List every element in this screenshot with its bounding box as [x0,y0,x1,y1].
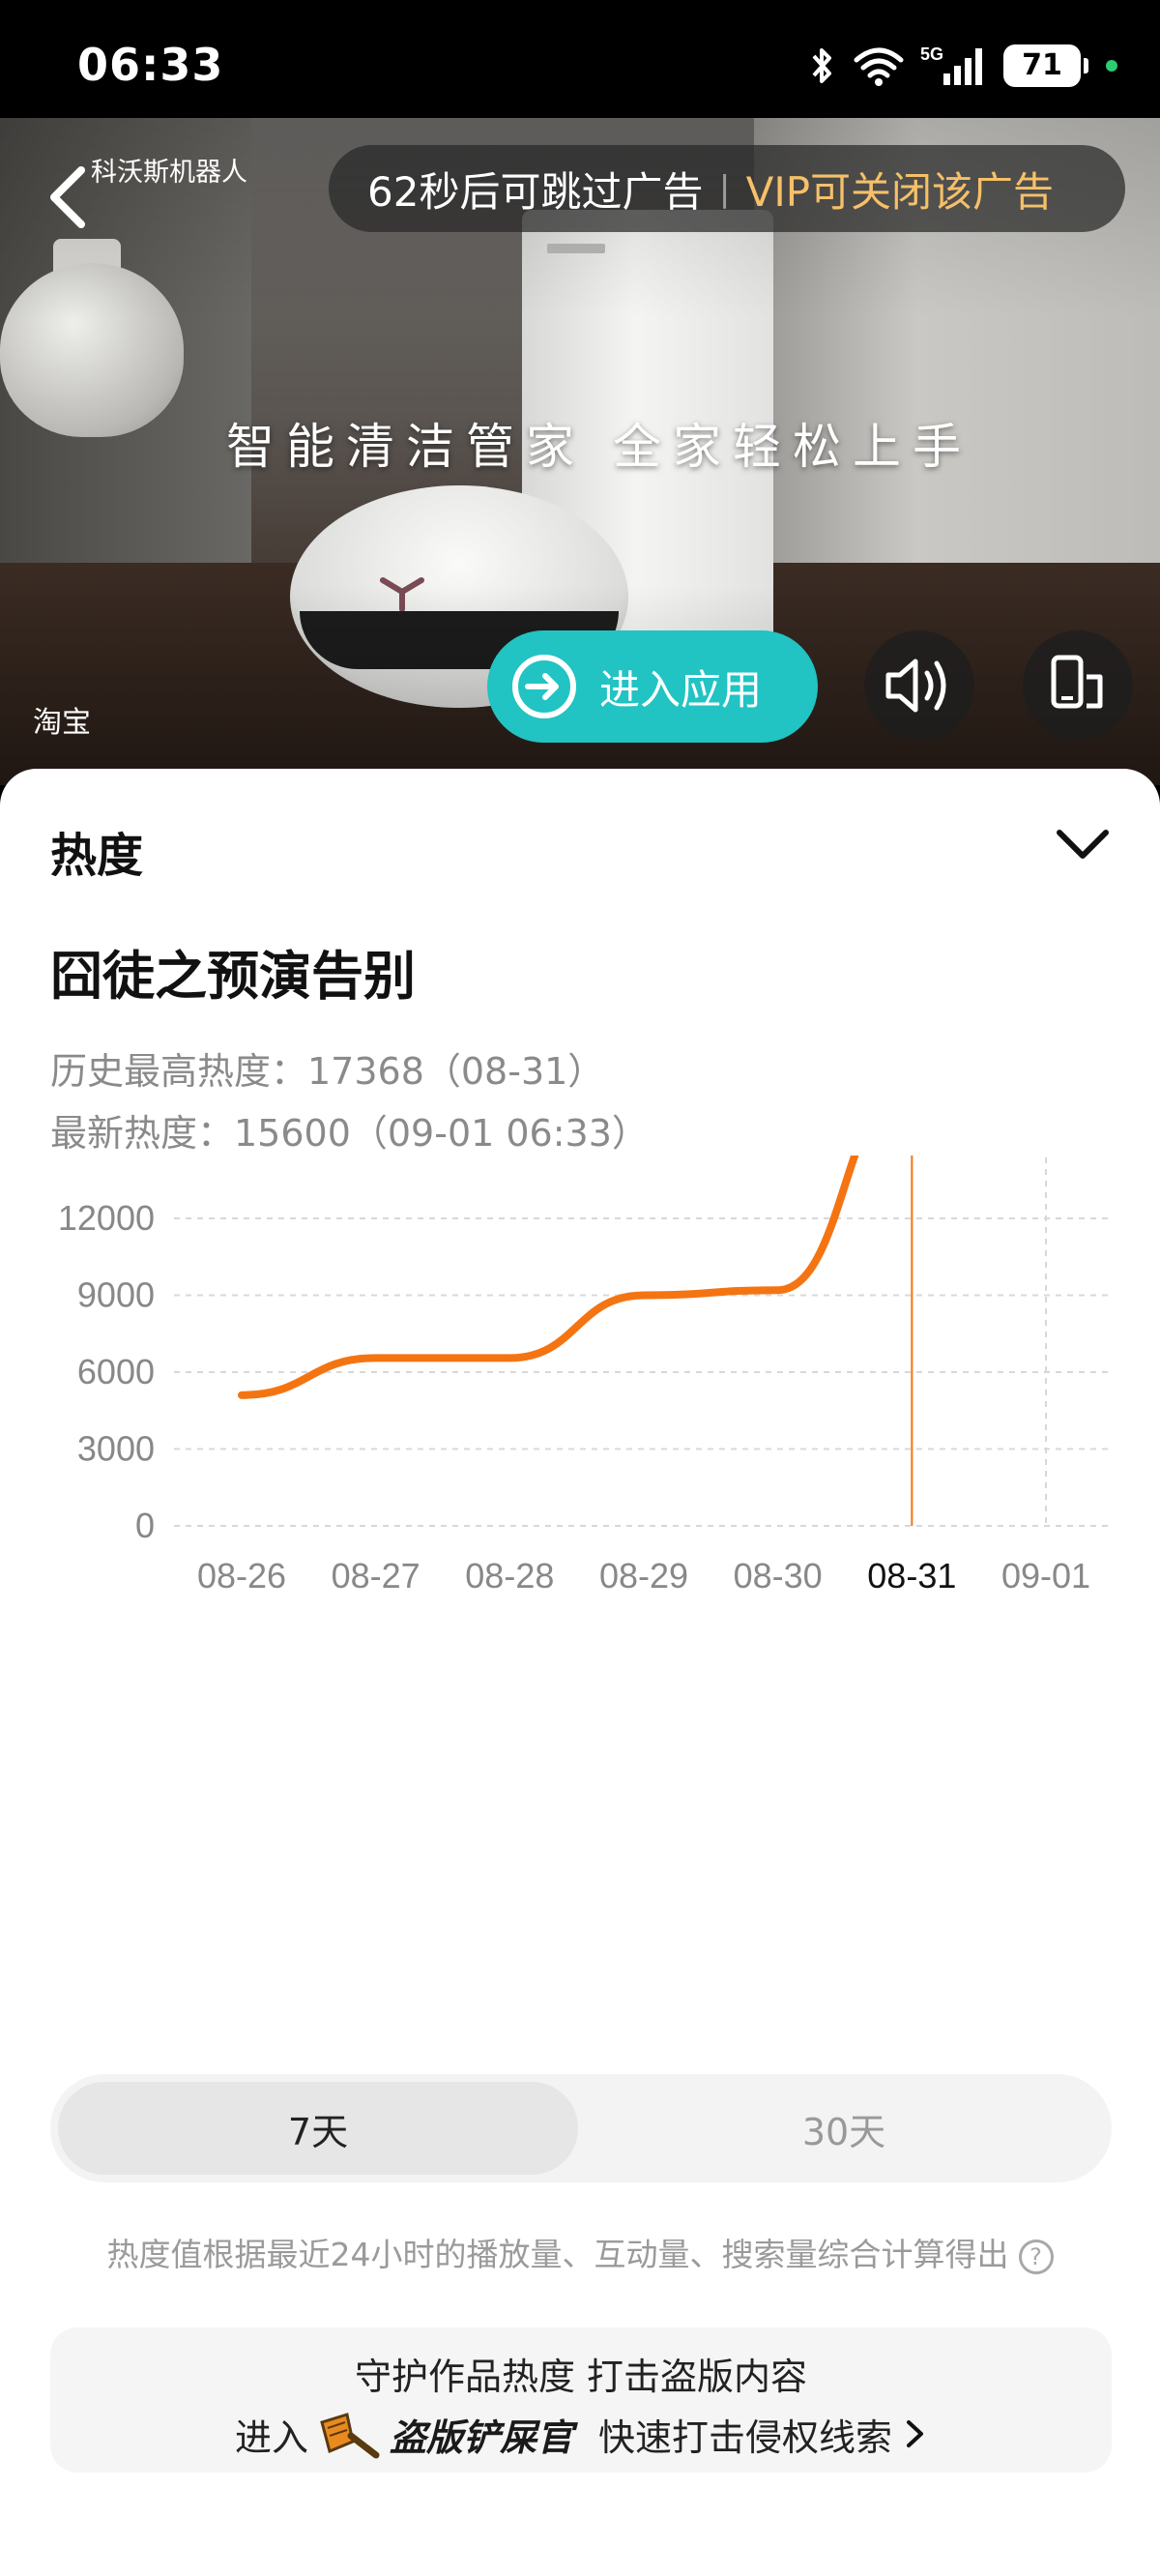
x-tick-label: 08-28 [465,1556,554,1595]
promo-prefix: 进入 [234,2415,308,2459]
enter-app-button[interactable]: 进入应用 [487,630,818,743]
status-time: 06:33 [77,39,224,91]
enter-arrow-icon [512,655,576,718]
tab-30-days[interactable]: 30天 [584,2082,1104,2175]
promo-suffix: 快速打击侵权线索 [598,2415,893,2459]
enter-app-label: 进入应用 [599,665,763,714]
x-tick-label: 09-01 [1001,1556,1090,1595]
status-icons: 5G 71 [808,44,1117,87]
network-type: 5G [920,44,943,64]
volume-button[interactable] [864,630,974,741]
heat-line-chart: 18000150001200090006000300001736808-2608… [58,1156,1112,1595]
ad-brand-name: 科沃斯机器人 [91,158,247,188]
battery-indicator: 71 [1003,44,1088,87]
y-tick-label: 12000 [58,1198,155,1238]
ad-banner[interactable]: 科沃斯机器人 62秒后可跳过广告 | VIP可关闭该广告 智能清洁管家 全家轻松… [0,118,1160,785]
x-tick-label: 08-29 [599,1556,688,1595]
sheet-title: 热度 [50,829,144,883]
status-bar: 06:33 5G 71 [0,0,1160,118]
heat-sheet: 热度 囧徒之预演告别 历史最高热度：17368（08-31） 最新热度：1560… [0,769,1160,2576]
active-indicator-dot [1106,60,1117,72]
x-tick-label: 08-31 [867,1556,956,1595]
skip-ad-pill[interactable]: 62秒后可跳过广告 | VIP可关闭该广告 [329,145,1125,232]
back-icon[interactable] [39,157,97,234]
x-tick-label: 08-27 [332,1556,420,1595]
chevron-right-icon [907,2420,924,2447]
tab-7-days[interactable]: 7天 [58,2082,578,2175]
series-line [238,1156,859,1399]
promo-brand: 盗版铲屎官 [389,2415,573,2459]
y-tick-label: 9000 [77,1275,155,1315]
bluetooth-icon [812,48,831,83]
speaker-icon [885,659,946,713]
anti-piracy-banner[interactable]: 守护作品热度 打击盗版内容 进入 盗版铲屎官 快速打击侵权线索 [50,2327,1112,2473]
peak-heat-stat: 历史最高热度：17368（08-31） [50,1050,605,1093]
screen-cast-button[interactable] [1023,630,1133,741]
skip-countdown[interactable]: 62秒后可跳过广告 [367,160,703,219]
ad-tagline: 智能清洁管家 全家轻松上手 [226,419,972,475]
y-tick-label: 0 [135,1506,155,1545]
range-segmented-control: 7天 30天 [50,2074,1112,2182]
skip-separator: | [718,168,731,209]
promo-headline: 守护作品热度 打击盗版内容 [354,2356,808,2398]
x-tick-label: 08-26 [197,1556,286,1595]
ad-source-label: 淘宝 [33,706,91,740]
help-icon[interactable]: ? [1018,2239,1054,2274]
shovel-icon [320,2413,380,2459]
wifi-icon [854,47,904,86]
y-tick-label: 15000 [58,1156,155,1161]
y-tick-label: 6000 [77,1352,155,1391]
heat-explanation-text: 热度值根据最近24小时的播放量、互动量、搜索量综合计算得出 [106,2236,1009,2273]
work-title: 囧徒之预演告别 [50,946,416,1007]
promo-link-row[interactable]: 进入 盗版铲屎官 快速打击侵权线索 [50,2405,1112,2463]
device-switch-icon [1051,655,1103,709]
cell-signal-icon: 5G [920,44,982,85]
heat-explanation: 热度值根据最近24小时的播放量、互动量、搜索量综合计算得出? [0,2229,1160,2275]
x-tick-label: 08-30 [734,1556,823,1595]
vip-close-ad-link[interactable]: VIP可关闭该广告 [746,160,1054,219]
y-tick-label: 3000 [77,1429,155,1469]
chevron-down-icon[interactable] [1054,825,1112,864]
latest-heat-stat: 最新热度：15600（09-01 06:33） [50,1112,649,1155]
